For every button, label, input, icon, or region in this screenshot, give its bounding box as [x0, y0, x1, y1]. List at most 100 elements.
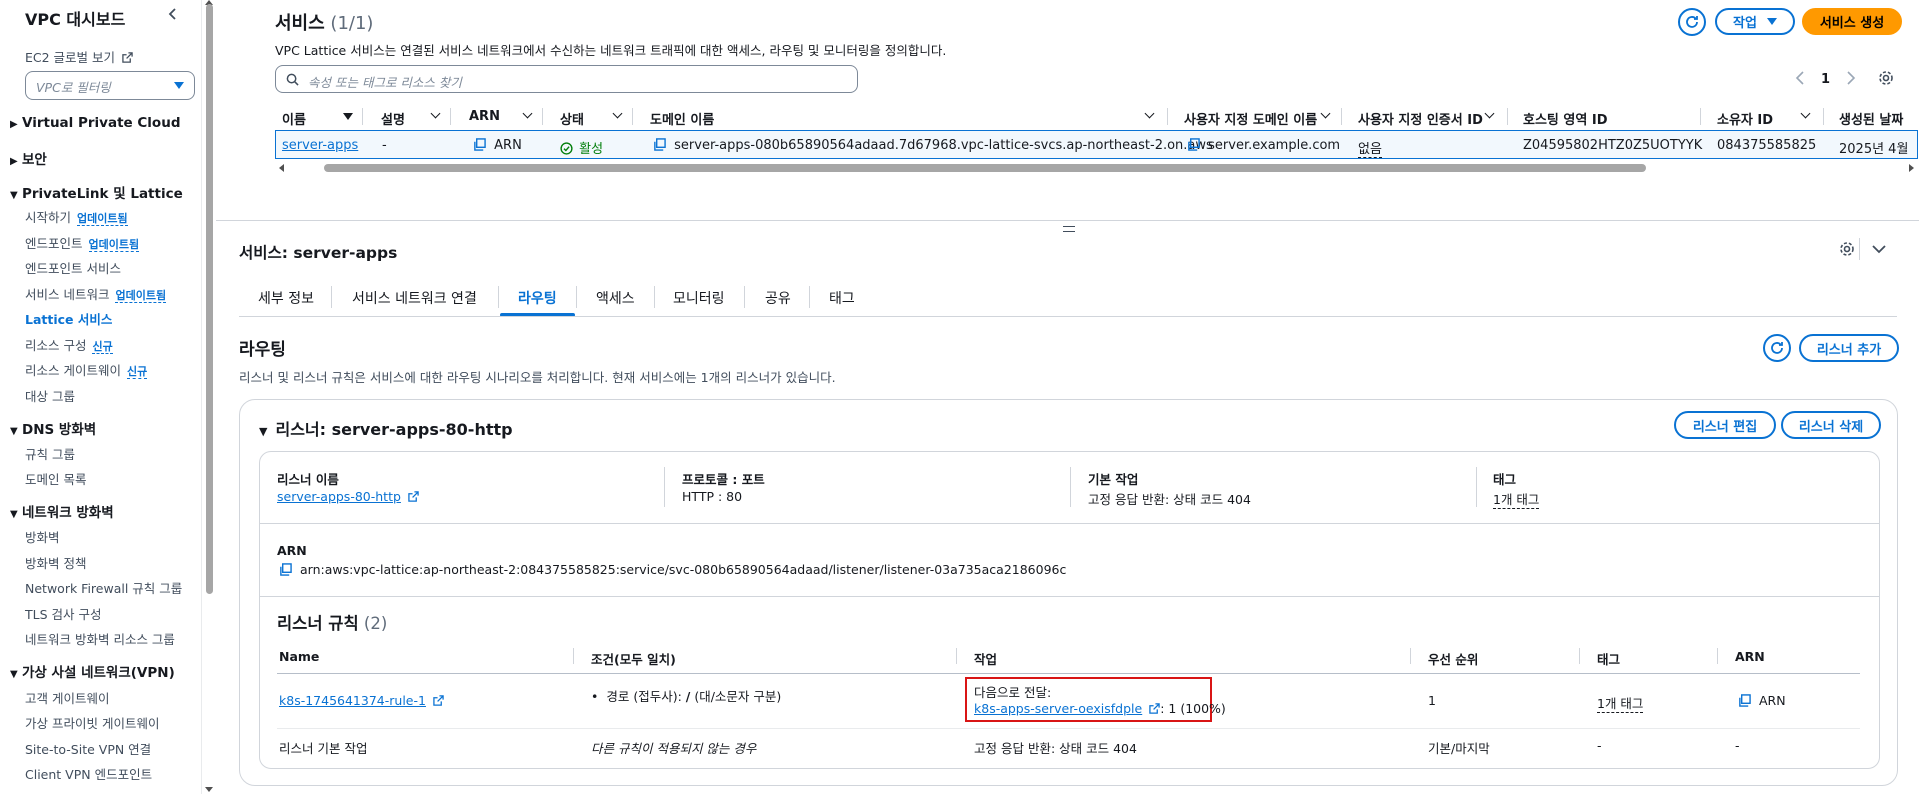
col-divider[interactable] — [542, 108, 543, 125]
sidebar-item-service-networks[interactable]: 서비스 네트워크 업데이트됨 — [25, 284, 167, 303]
cert-id-value[interactable]: 없음 — [1358, 138, 1382, 158]
col-divider[interactable] — [1410, 648, 1411, 664]
sidebar-item-virtual-private-gateways[interactable]: 가상 프라이빗 게이트웨이 — [25, 713, 159, 732]
split-panel-divider[interactable] — [216, 220, 1919, 221]
create-service-button[interactable]: 서비스 생성 — [1802, 8, 1902, 35]
sort-desc-icon[interactable] — [343, 113, 353, 120]
close-sidebar-icon[interactable] — [166, 6, 180, 25]
scroll-right-icon[interactable] — [1909, 164, 1914, 172]
col-divider[interactable] — [573, 648, 574, 664]
col-divider[interactable] — [1823, 108, 1824, 125]
col-divider[interactable] — [956, 648, 957, 664]
sidebar-section-privatelink[interactable]: ▼ PrivateLink 및 Lattice — [10, 182, 183, 202]
rules-col-arn[interactable]: ARN — [1735, 649, 1765, 664]
sidebar-item-start[interactable]: 시작하기 업데이트됨 — [25, 207, 128, 226]
col-owner[interactable]: 소유자 ID — [1717, 109, 1773, 128]
listener-arn-copy[interactable]: arn:aws:vpc-lattice:ap-northeast-2:08437… — [279, 562, 1066, 577]
scrollbar-thumb[interactable] — [324, 164, 1646, 172]
edit-listener-button[interactable]: 리스너 편집 — [1674, 411, 1776, 439]
rules-col-action[interactable]: 작업 — [974, 649, 997, 668]
col-divider[interactable] — [1717, 648, 1718, 664]
scrollbar-thumb[interactable] — [206, 4, 213, 594]
sidebar-item-firewalls[interactable]: 방화벽 — [25, 527, 60, 546]
horizontal-scrollbar[interactable] — [275, 162, 1918, 174]
sidebar-section-vpn[interactable]: ▼ 가상 사설 네트워크(VPN) — [10, 661, 175, 681]
sidebar-scrollbar[interactable] — [204, 0, 214, 794]
col-custom-domain[interactable]: 사용자 지정 도메인 이름 — [1184, 109, 1317, 128]
tab-sharing[interactable]: 공유 — [765, 288, 791, 308]
rule-action-target[interactable]: k8s-apps-server-oexisfdple : 1 (100%) — [974, 701, 1226, 716]
rules-col-condition[interactable]: 조건(모두 일치) — [591, 649, 676, 668]
vpc-filter-select[interactable]: VPC로 필터링 — [25, 71, 195, 100]
tags-value[interactable]: 1개 태그 — [1493, 489, 1540, 509]
tab-details[interactable]: 세부 정보 — [258, 288, 314, 308]
tab-routing[interactable]: 라우팅 — [518, 288, 557, 308]
filter-caret-icon[interactable] — [522, 108, 533, 119]
sidebar-item-lattice-services[interactable]: Lattice 서비스 — [25, 309, 112, 328]
sidebar-item-nf-rule-groups[interactable]: Network Firewall 규칙 그룹 — [25, 578, 182, 597]
sidebar-item-endpoint-services[interactable]: 엔드포인트 서비스 — [25, 258, 121, 277]
next-page-icon[interactable] — [1846, 71, 1856, 89]
collapse-panel-icon[interactable] — [1872, 243, 1886, 258]
col-divider[interactable] — [1167, 108, 1168, 125]
sidebar-item-domain-lists[interactable]: 도메인 목록 — [25, 469, 86, 488]
rule-name-link[interactable]: k8s-1745641374-rule-1 — [279, 693, 444, 708]
search-input[interactable]: 속성 또는 태그로 리소스 찾기 — [275, 65, 858, 93]
col-created[interactable]: 생성된 날짜 — [1839, 109, 1909, 128]
rule-arn-copy[interactable]: ARN — [1738, 693, 1786, 708]
sidebar-item-firewall-policies[interactable]: 방화벽 정책 — [25, 553, 86, 572]
sidebar-section-dns[interactable]: ▼ DNS 방화벽 — [10, 418, 96, 438]
col-name[interactable]: 이름 — [282, 109, 306, 128]
col-divider[interactable] — [1579, 648, 1580, 664]
service-domain-copy[interactable]: server-apps-080b65890564adaad.7d67968.vp… — [653, 138, 1213, 153]
sidebar-item-customer-gateways[interactable]: 고객 게이트웨이 — [25, 688, 109, 707]
service-arn-copy[interactable]: ARN — [473, 138, 522, 153]
col-cert-id[interactable]: 사용자 지정 인증서 ID — [1358, 109, 1483, 128]
filter-caret-icon[interactable] — [1484, 108, 1495, 119]
actions-dropdown-button[interactable]: 작업 — [1715, 8, 1795, 35]
listener-name-link[interactable]: server-apps-80-http — [277, 489, 419, 504]
sidebar-item-nf-resource-groups[interactable]: 네트워크 방화벽 리소스 그룹 — [25, 629, 175, 648]
tab-tags[interactable]: 태그 — [829, 288, 855, 308]
col-hosted-zone[interactable]: 호스팅 영역 ID — [1523, 109, 1607, 128]
refresh-routing-button[interactable] — [1763, 334, 1791, 362]
col-status[interactable]: 상태 — [560, 109, 584, 128]
col-divider[interactable] — [1700, 108, 1701, 125]
panel-settings-gear-icon[interactable] — [1839, 241, 1855, 261]
col-description[interactable]: 설명 — [381, 109, 405, 128]
sidebar-section-vpc[interactable]: ▶ Virtual Private Cloud — [10, 115, 180, 131]
delete-listener-button[interactable]: 리스너 삭제 — [1781, 411, 1881, 439]
rules-col-name[interactable]: Name — [279, 649, 319, 664]
sidebar-item-endpoints[interactable]: 엔드포인트 업데이트됨 — [25, 233, 140, 252]
refresh-services-button[interactable] — [1678, 8, 1706, 36]
col-arn[interactable]: ARN — [469, 109, 500, 124]
scroll-down-icon[interactable] — [205, 787, 213, 792]
sidebar-item-ec2-global[interactable]: EC2 글로벌 보기 — [25, 47, 133, 66]
sidebar-item-resource-gateways[interactable]: 리소스 게이트웨이 신규 — [25, 360, 148, 379]
sidebar-item-resource-configs[interactable]: 리소스 구성 신규 — [25, 335, 113, 354]
filter-caret-icon[interactable] — [1320, 108, 1331, 119]
listener-expander[interactable]: ▼ 리스너: server-apps-80-http — [259, 416, 513, 440]
add-listener-button[interactable]: 리스너 추가 — [1799, 334, 1899, 362]
custom-domain-copy[interactable]: server.example.com — [1187, 138, 1340, 153]
col-divider[interactable] — [1341, 108, 1342, 125]
filter-caret-icon[interactable] — [612, 108, 623, 119]
sidebar-item-s2s-vpn[interactable]: Site-to-Site VPN 연결 — [25, 739, 151, 758]
col-divider[interactable] — [362, 108, 363, 125]
col-domain[interactable]: 도메인 이름 — [650, 109, 714, 128]
settings-gear-icon[interactable] — [1878, 70, 1894, 90]
service-name-link[interactable]: server-apps — [282, 138, 358, 153]
col-divider[interactable] — [632, 108, 633, 125]
tab-service-network-associations[interactable]: 서비스 네트워크 연결 — [352, 288, 477, 308]
sidebar-section-netfw[interactable]: ▼ 네트워크 방화벽 — [10, 501, 114, 521]
filter-caret-icon[interactable] — [1144, 108, 1155, 119]
sidebar-item-rule-groups[interactable]: 규칙 그룹 — [25, 444, 75, 463]
col-divider[interactable] — [450, 108, 451, 125]
sidebar-item-target-groups[interactable]: 대상 그룹 — [25, 386, 75, 405]
rules-col-tags[interactable]: 태그 — [1597, 649, 1620, 668]
col-divider[interactable] — [1507, 108, 1508, 125]
sidebar-item-client-vpn[interactable]: Client VPN 엔드포인트 — [25, 764, 152, 783]
page-number[interactable]: 1 — [1821, 72, 1830, 87]
tab-access[interactable]: 액세스 — [596, 288, 635, 308]
rule-tags[interactable]: 1개 태그 — [1597, 693, 1644, 713]
